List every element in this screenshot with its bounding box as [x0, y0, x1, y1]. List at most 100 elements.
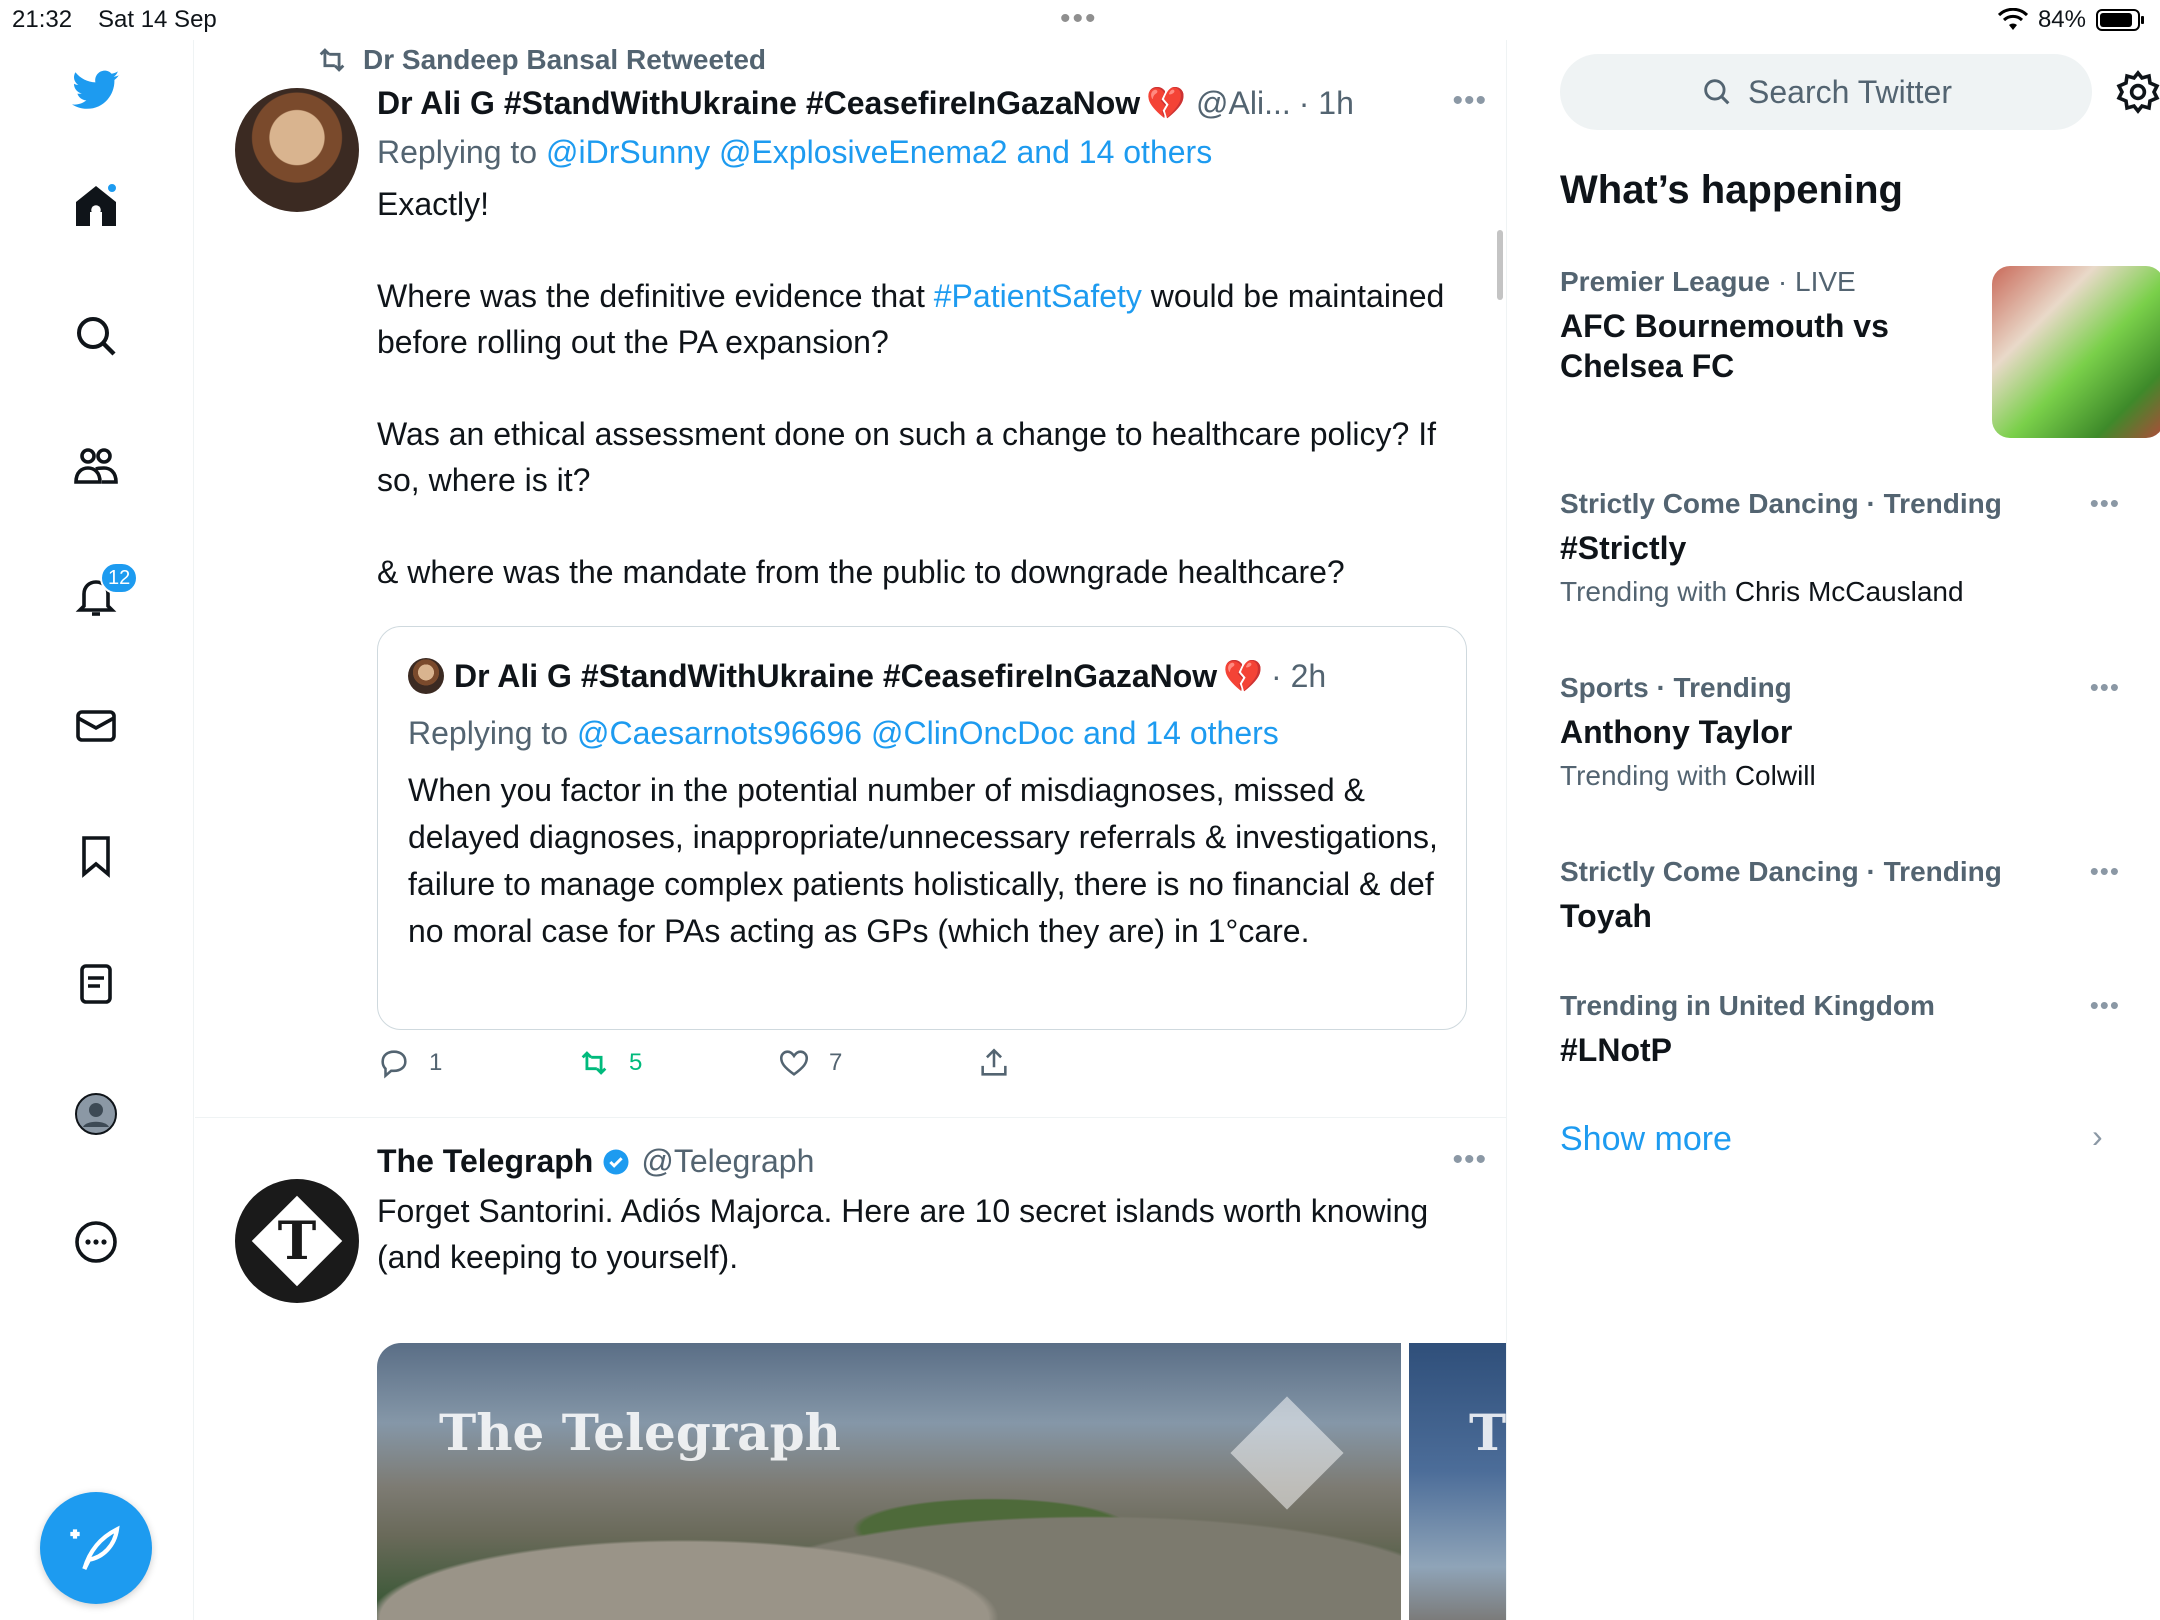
- retweet-icon: [319, 48, 345, 72]
- profile-avatar-icon[interactable]: [70, 1088, 122, 1140]
- twitter-logo-icon[interactable]: [70, 64, 122, 116]
- quote-author-avatar: [408, 658, 444, 694]
- trend-more-options-icon[interactable]: •••: [2090, 672, 2120, 703]
- gear-icon[interactable]: [2114, 68, 2160, 116]
- reply-icon: [381, 1050, 407, 1079]
- retweet-button[interactable]: 5: [577, 1046, 777, 1080]
- chevron-right-icon[interactable]: ›: [2092, 1118, 2103, 1155]
- share-icon: [981, 1048, 1007, 1076]
- home-icon[interactable]: [70, 180, 122, 232]
- notifications-badge: 12: [100, 562, 139, 594]
- quote-author-name: Dr Ali G #StandWithUkraine #CeasefireInG…: [454, 657, 1218, 694]
- timeline[interactable]: Dr Sandeep Bansal Retweeted Dr Ali G #St…: [195, 40, 1507, 1620]
- retweet-context: Dr Sandeep Bansal Retweeted: [315, 40, 766, 80]
- trend-item[interactable]: Sports · Trending Anthony Taylor Trendin…: [1560, 672, 2120, 792]
- retweet-count: 5: [629, 1049, 643, 1076]
- media-watermark-title: The Telegraph: [439, 1403, 841, 1462]
- trend-category: Strictly Come Dancing · Trending: [1560, 856, 2002, 887]
- broken-heart-emoji: 💔: [1146, 85, 1187, 121]
- status-right: 84%: [1997, 6, 2146, 34]
- right-column: Search Twitter What’s happening Premier …: [1508, 40, 2160, 1620]
- status-date: Sat 14 Sep: [98, 6, 217, 33]
- bookmarks-icon[interactable]: [70, 830, 122, 882]
- quote-replying-prefix: Replying to: [408, 715, 569, 751]
- quote-replying-to: Replying to @Caesarnots96696 @ClinOncDoc…: [408, 715, 1279, 752]
- share-button[interactable]: [977, 1046, 1177, 1080]
- whats-happening-title: What’s happening: [1560, 168, 1903, 212]
- trend-more-options-icon[interactable]: •••: [2090, 856, 2120, 887]
- battery-icon: [2096, 9, 2144, 31]
- tweet-more-options-icon[interactable]: •••: [1452, 1143, 1487, 1177]
- trend-item[interactable]: Trending in United Kingdom #LNotP •••: [1560, 990, 2120, 1070]
- author-handle[interactable]: @Telegraph: [641, 1143, 814, 1180]
- author-handle[interactable]: @Ali...: [1196, 85, 1291, 122]
- sidebar: 12: [0, 40, 194, 1620]
- trend-name: Anthony Taylor: [1560, 714, 1793, 750]
- multitasking-dots-icon[interactable]: •••: [1060, 2, 1098, 36]
- messages-envelope-icon[interactable]: [70, 700, 122, 752]
- communities-icon[interactable]: [70, 440, 122, 492]
- trend-name: AFC Bournemouth vs Chelsea FC: [1560, 308, 1889, 384]
- author-name[interactable]: The Telegraph: [377, 1143, 593, 1180]
- tweet-media-image[interactable]: The Telegraph: [377, 1343, 1401, 1620]
- broken-heart-emoji: 💔: [1223, 658, 1264, 694]
- home-unread-dot: [106, 182, 118, 194]
- status-time: 21:32: [12, 6, 73, 33]
- verified-badge-icon: [603, 1149, 629, 1174]
- tweet-body-line: Exactly!: [377, 186, 490, 222]
- author-name[interactable]: Dr Ali G #StandWithUkraine #CeasefireInG…: [377, 85, 1140, 122]
- tweet-content: The Telegraph @Telegraph Forget Santorin…: [377, 1143, 1467, 1280]
- more-menu-icon[interactable]: [70, 1216, 122, 1268]
- retweeted-by-label: Dr Sandeep Bansal Retweeted: [363, 44, 767, 75]
- tweet[interactable]: T The Telegraph @Telegraph Forget Santor…: [195, 1119, 1506, 1620]
- hashtag-link[interactable]: #PatientSafety: [934, 278, 1142, 314]
- author-avatar[interactable]: T: [235, 1179, 359, 1303]
- replying-to: Replying to @iDrSunny @ExplosiveEnema2 a…: [377, 134, 1467, 171]
- search-placeholder: Search Twitter: [1748, 73, 1952, 110]
- tweet-actions: 1 5 7: [377, 1046, 1177, 1080]
- tweet-content: Dr Ali G #StandWithUkraine #CeasefireInG…: [377, 84, 1467, 595]
- wifi-icon: [1997, 8, 2028, 30]
- tweet-time[interactable]: · 1h: [1299, 85, 1354, 122]
- tweet-body-line: Where was the definitive evidence that: [377, 278, 934, 314]
- lists-icon[interactable]: [70, 958, 122, 1010]
- trend-more-options-icon[interactable]: •••: [2090, 488, 2120, 519]
- retweet-icon: [581, 1051, 607, 1075]
- trend-item[interactable]: Premier League · LIVE AFC Bournemouth vs…: [1560, 266, 2160, 438]
- like-count: 7: [829, 1049, 843, 1076]
- status-bar: 21:32 Sat 14 Sep ••• 84%: [0, 0, 2160, 40]
- like-button[interactable]: 7: [777, 1046, 977, 1080]
- trend-name: #Strictly: [1560, 530, 1687, 566]
- compose-feather-icon: [70, 1525, 120, 1570]
- search-icon[interactable]: [70, 310, 122, 362]
- trend-with: Trending with Colwill: [1560, 760, 1816, 791]
- telegraph-logo-icon: T: [251, 1195, 343, 1287]
- notifications-bell-icon[interactable]: 12: [70, 562, 139, 622]
- tweet-header: The Telegraph @Telegraph: [377, 1143, 1467, 1180]
- tweet-media-image-second[interactable]: T: [1409, 1343, 1506, 1620]
- tweet[interactable]: Dr Sandeep Bansal Retweeted Dr Ali G #St…: [195, 40, 1506, 1118]
- show-more-link[interactable]: Show more: [1560, 1120, 1732, 1159]
- trend-item[interactable]: Strictly Come Dancing · Trending #Strict…: [1560, 488, 2120, 608]
- tweet-more-options-icon[interactable]: •••: [1452, 84, 1487, 118]
- author-avatar[interactable]: [235, 88, 359, 212]
- quote-replying-targets[interactable]: @Caesarnots96696 @ClinOncDoc and 14 othe…: [577, 715, 1279, 751]
- tweet-body: Exactly! Where was the definitive eviden…: [377, 181, 1467, 595]
- trend-item[interactable]: Strictly Come Dancing · Trending Toyah •…: [1560, 856, 2120, 936]
- reply-button[interactable]: 1: [377, 1046, 577, 1080]
- quote-time: · 2h: [1271, 657, 1327, 694]
- trend-category: Trending in United Kingdom: [1560, 990, 1935, 1021]
- battery-percent: 84%: [2037, 6, 2086, 33]
- search-icon: [1704, 79, 1730, 105]
- compose-tweet-button[interactable]: [40, 1492, 152, 1604]
- svg-text:T: T: [278, 1211, 317, 1272]
- trend-more-options-icon[interactable]: •••: [2090, 990, 2120, 1021]
- reply-count: 1: [429, 1049, 443, 1076]
- tweet-body: Forget Santorini. Adiós Majorca. Here ar…: [377, 1193, 1438, 1275]
- replying-to-prefix: Replying to: [377, 134, 538, 170]
- search-input[interactable]: Search Twitter: [1560, 54, 2092, 130]
- trend-name: Toyah: [1560, 898, 1652, 934]
- replying-to-targets[interactable]: @iDrSunny @ExplosiveEnema2 and 14 others: [546, 134, 1212, 170]
- quote-body: When you factor in the potential number …: [408, 772, 1438, 949]
- quoted-tweet[interactable]: Dr Ali G #StandWithUkraine #CeasefireInG…: [377, 626, 1467, 1030]
